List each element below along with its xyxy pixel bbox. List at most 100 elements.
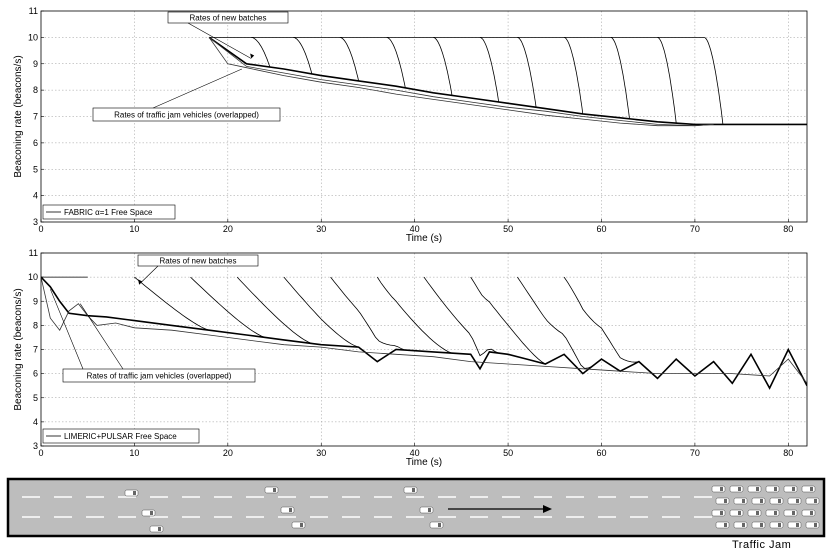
vehicle-window bbox=[774, 487, 777, 491]
annotation-arrow bbox=[138, 265, 159, 285]
vehicle-window bbox=[774, 511, 777, 515]
vehicle bbox=[264, 486, 279, 494]
new-batch-curve bbox=[236, 276, 313, 344]
y-tick-label: 11 bbox=[29, 6, 38, 16]
vehicle-window bbox=[133, 491, 136, 495]
y-tick-label: 7 bbox=[33, 112, 38, 122]
vehicle bbox=[149, 525, 164, 533]
vehicle-window bbox=[814, 499, 817, 503]
vehicle-window bbox=[778, 499, 781, 503]
new-batch-curve bbox=[386, 37, 406, 88]
annotation-arrow bbox=[79, 303, 124, 370]
new-batch-curve bbox=[517, 276, 593, 369]
new-batch-curve bbox=[657, 37, 677, 124]
y-tick-label: 8 bbox=[33, 85, 38, 95]
vehicle-window bbox=[756, 511, 759, 515]
vehicle bbox=[805, 521, 820, 529]
annotation-arrow bbox=[152, 68, 242, 109]
vehicle-window bbox=[273, 488, 276, 492]
figure-canvas: 0 10 20 30 40 50 60 70 8034567891011Time (s)Beac… bbox=[6, 6, 826, 538]
new-batch-curve bbox=[190, 276, 266, 338]
vehicle bbox=[751, 497, 766, 505]
y-axis-label: Beaconing rate (beacons/s) bbox=[13, 288, 24, 410]
y-tick-label: 3 bbox=[33, 441, 38, 451]
x-tick-label: 30 bbox=[316, 448, 326, 458]
vehicle bbox=[403, 486, 418, 494]
y-tick-label: 11 bbox=[29, 248, 38, 258]
vehicle-window bbox=[756, 487, 759, 491]
legend-label: FABRIC α=1 Free Space bbox=[64, 208, 153, 217]
y-tick-label: 10 bbox=[28, 272, 38, 282]
new-batch-curve bbox=[330, 276, 406, 351]
vehicle bbox=[733, 497, 748, 505]
legend-label: LIMERIC+PULSAR Free Space bbox=[64, 432, 177, 441]
x-tick-label: 60 bbox=[596, 448, 606, 458]
new-batch-curve bbox=[293, 37, 313, 75]
vehicle bbox=[141, 509, 156, 517]
y-tick-label: 5 bbox=[33, 164, 38, 174]
annotation-new-batches: Rates of new batches bbox=[190, 14, 267, 23]
vehicle-window bbox=[792, 511, 795, 515]
y-tick-label: 6 bbox=[33, 138, 38, 148]
vehicle-window bbox=[724, 523, 727, 527]
vehicle bbox=[801, 509, 816, 517]
x-axis-label: Time (s) bbox=[406, 457, 442, 468]
x-tick-label: 70 bbox=[690, 448, 700, 458]
x-axis-label: Time (s) bbox=[406, 233, 442, 244]
vehicle-window bbox=[814, 523, 817, 527]
annotation-new-batches: Rates of new batches bbox=[160, 257, 237, 266]
x-tick-label: 50 bbox=[503, 448, 513, 458]
vehicle bbox=[751, 521, 766, 529]
y-tick-label: 6 bbox=[33, 369, 38, 379]
vehicle-window bbox=[810, 511, 813, 515]
vehicle bbox=[783, 485, 798, 493]
x-tick-label: 20 bbox=[223, 448, 233, 458]
vehicle-window bbox=[796, 523, 799, 527]
chart-limeric-pulsar: 0 10 20 30 40 50 60 70 8034567891011Time (s)Beac… bbox=[13, 248, 808, 468]
vehicle bbox=[711, 485, 726, 493]
vehicle bbox=[783, 509, 798, 517]
vehicle-window bbox=[300, 523, 303, 527]
new-batch-curve bbox=[610, 37, 630, 119]
vehicle-window bbox=[720, 511, 723, 515]
vehicle-window bbox=[810, 487, 813, 491]
vehicle bbox=[801, 485, 816, 493]
x-tick-label: 10 bbox=[129, 224, 139, 234]
vehicle-window bbox=[720, 487, 723, 491]
y-tick-label: 9 bbox=[33, 59, 38, 69]
x-tick-label: 70 bbox=[690, 224, 700, 234]
y-tick-label: 4 bbox=[33, 417, 38, 427]
y-axis-label: Beaconing rate (beacons/s) bbox=[13, 55, 24, 177]
vehicle bbox=[787, 521, 802, 529]
vehicle-window bbox=[412, 488, 415, 492]
series-line bbox=[41, 277, 807, 384]
new-batch-curve bbox=[251, 37, 271, 68]
vehicle-window bbox=[289, 508, 292, 512]
new-batch-curve bbox=[479, 37, 500, 103]
vehicle-window bbox=[792, 487, 795, 491]
vehicle-window bbox=[796, 499, 799, 503]
x-tick-label: 30 bbox=[316, 224, 326, 234]
vehicle bbox=[765, 509, 780, 517]
vehicle bbox=[729, 509, 744, 517]
series-line bbox=[208, 37, 714, 127]
traffic-road-diagram bbox=[6, 477, 826, 538]
y-tick-label: 4 bbox=[33, 191, 38, 201]
vehicle bbox=[805, 497, 820, 505]
y-tick-label: 3 bbox=[33, 217, 38, 227]
vehicle-window bbox=[760, 499, 763, 503]
x-tick-label: 80 bbox=[783, 224, 793, 234]
chart-fabric: 0 10 20 30 40 50 60 70 8034567891011Time (s)Beac… bbox=[13, 6, 808, 244]
new-batch-curve bbox=[339, 37, 359, 81]
vehicle bbox=[747, 509, 762, 517]
vehicle-window bbox=[438, 523, 441, 527]
vehicle bbox=[733, 521, 748, 529]
x-tick-label: 80 bbox=[783, 448, 793, 458]
annotation-traffic-jam: Rates of traffic jam vehicles (overlappe… bbox=[114, 111, 259, 120]
vehicle bbox=[787, 497, 802, 505]
annotation-traffic-jam: Rates of traffic jam vehicles (overlappe… bbox=[87, 372, 232, 381]
vehicle bbox=[747, 485, 762, 493]
vehicle-window bbox=[742, 499, 745, 503]
x-tick-label: 60 bbox=[596, 224, 606, 234]
x-tick-label: 20 bbox=[223, 224, 233, 234]
